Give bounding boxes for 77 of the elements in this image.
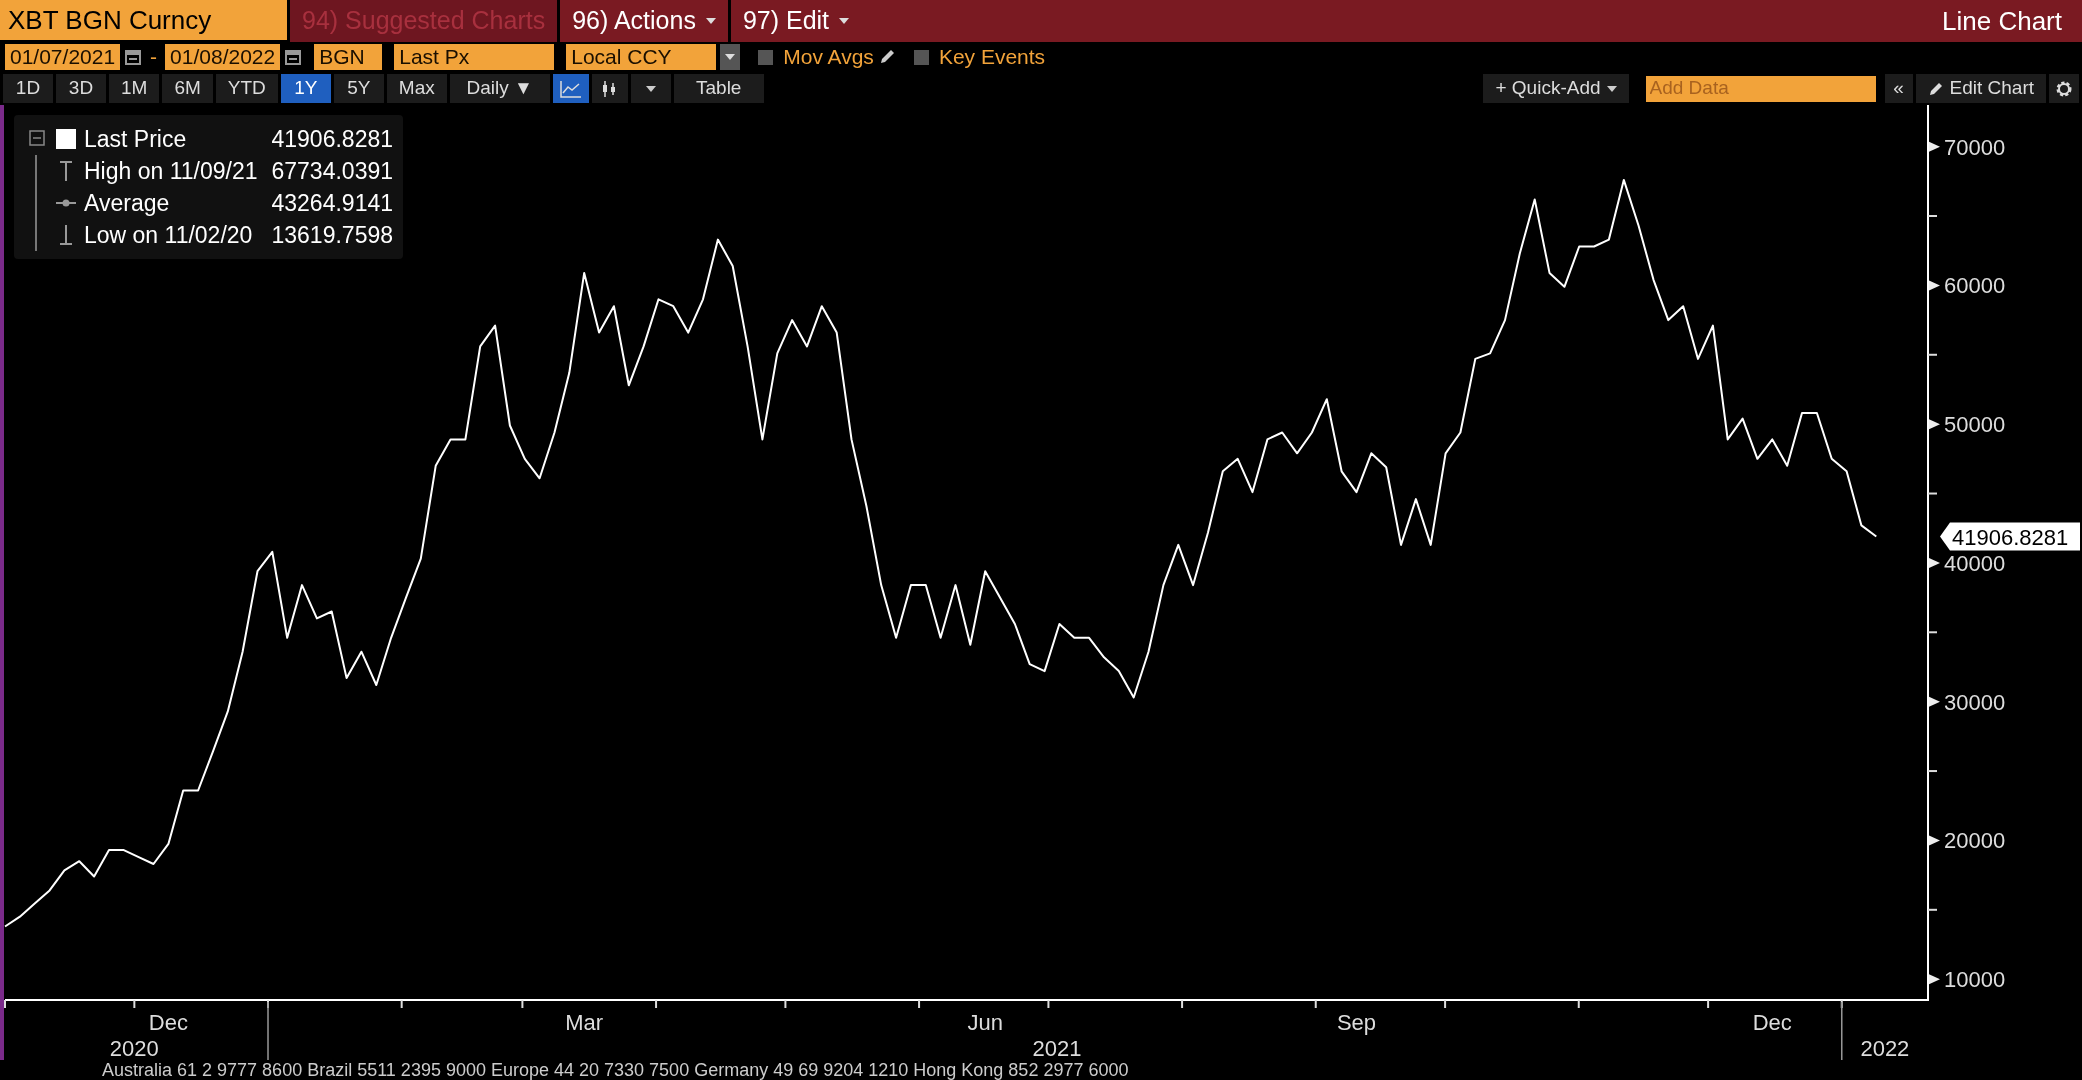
legend-label: High on 11/09/21	[84, 157, 258, 186]
tick-mark	[1929, 419, 1940, 430]
axis-label: Dec	[148, 1010, 188, 1035]
axis-label: Sep	[1336, 1010, 1377, 1035]
edit-chart-button[interactable]: Edit Chart	[1915, 74, 2046, 103]
pencil-icon	[1927, 80, 1944, 97]
checkbox-label: Mov Avgs	[783, 44, 874, 71]
legend-value: 43264.9141	[270, 189, 393, 218]
security-field[interactable]: XBT BGN Curncy	[0, 0, 287, 42]
window-title: Line Chart	[1942, 4, 2063, 38]
frequency-dropdown[interactable]: Daily ▼	[449, 74, 550, 103]
date-separator: -	[150, 44, 158, 71]
period-tab[interactable]: 1M	[109, 74, 160, 103]
axis-label: 10000	[1944, 967, 2006, 993]
axis-label: Dec	[1752, 1010, 1792, 1035]
caret-icon	[645, 85, 656, 92]
checkbox[interactable]	[913, 49, 929, 65]
tick-mark	[1929, 557, 1940, 568]
period-tab[interactable]: 1D	[3, 74, 53, 103]
axis-label: 30000	[1944, 689, 2006, 715]
calendar-icon	[284, 48, 303, 66]
contact-ticker: Australia 61 2 9777 8600 Brazil 5511 2395 9000 Europe 44 20 7330 7500 Germany 49 69 9204 1210 Hong Kong 852 2977 6000	[101, 1060, 1130, 1080]
currency-select[interactable]: Local CCY	[566, 44, 717, 70]
date-field[interactable]: 01/07/2021	[5, 44, 121, 70]
collapse-button[interactable]: «	[1884, 74, 1913, 103]
legend-label: Average	[84, 189, 171, 218]
table-button[interactable]: Table	[673, 74, 764, 103]
tick-mark	[1929, 280, 1940, 291]
series-swatch-icon	[56, 129, 76, 149]
year-label: 2022	[1860, 1036, 1910, 1060]
period-tab[interactable]: Max	[386, 74, 447, 103]
legend-value: 13619.7598	[270, 221, 393, 250]
collapse-icon[interactable]	[28, 129, 48, 149]
tick-mark	[1929, 974, 1940, 985]
tick-mark	[1929, 141, 1940, 152]
caret-icon	[839, 18, 850, 24]
period-tab[interactable]: 6M	[162, 74, 213, 103]
high-marker-icon	[59, 161, 73, 181]
caret-icon	[1606, 85, 1617, 92]
checkbox[interactable]	[758, 49, 774, 65]
period-tab[interactable]: YTD	[215, 74, 278, 103]
dropdown-button[interactable]	[630, 74, 671, 103]
year-label: 2020	[109, 1036, 159, 1060]
period-tab[interactable]: 3D	[56, 74, 106, 103]
legend-value: 41906.8281	[270, 125, 393, 154]
axis-label: 20000	[1944, 828, 2006, 854]
source-field[interactable]: BGN	[314, 44, 383, 70]
tick-mark	[1929, 696, 1940, 707]
legend-value: 67734.0391	[270, 157, 393, 186]
caret-icon	[705, 18, 716, 24]
settings-button[interactable]	[2049, 74, 2079, 103]
line-chart-icon	[558, 78, 583, 99]
quick-add-button[interactable]: + Quick-Add	[1483, 74, 1629, 103]
low-marker-icon	[59, 225, 73, 245]
axis-label: Jun	[967, 1010, 1003, 1035]
checkbox-label: Key Events	[938, 44, 1046, 71]
legend-label: Low on 11/02/20	[84, 221, 254, 250]
average-marker-icon	[56, 199, 76, 207]
period-tab[interactable]: 5Y	[333, 74, 384, 103]
chart-type-button[interactable]	[591, 74, 628, 103]
field-select[interactable]: Last Px	[394, 44, 555, 70]
tick-mark	[1929, 835, 1940, 846]
add-data-field[interactable]: Add Data	[1645, 75, 1876, 102]
last-price-tag: 41906.8281	[1940, 522, 2080, 551]
chart-type-button[interactable]	[552, 74, 589, 103]
dropdown-button[interactable]	[720, 44, 741, 70]
calendar-icon	[124, 48, 143, 66]
axis-label: Mar	[565, 1010, 604, 1035]
year-label: 2021	[1032, 1036, 1082, 1060]
axis-label: 70000	[1944, 134, 2006, 160]
axis-label: 50000	[1944, 412, 2006, 438]
axis-label: 60000	[1944, 273, 2006, 299]
date-field[interactable]: 01/08/2022	[165, 44, 281, 70]
axis-label: 40000	[1944, 550, 2006, 576]
caret-icon	[725, 54, 736, 60]
legend-label: Last Price	[84, 125, 188, 154]
period-tab[interactable]: 1Y	[280, 74, 331, 103]
